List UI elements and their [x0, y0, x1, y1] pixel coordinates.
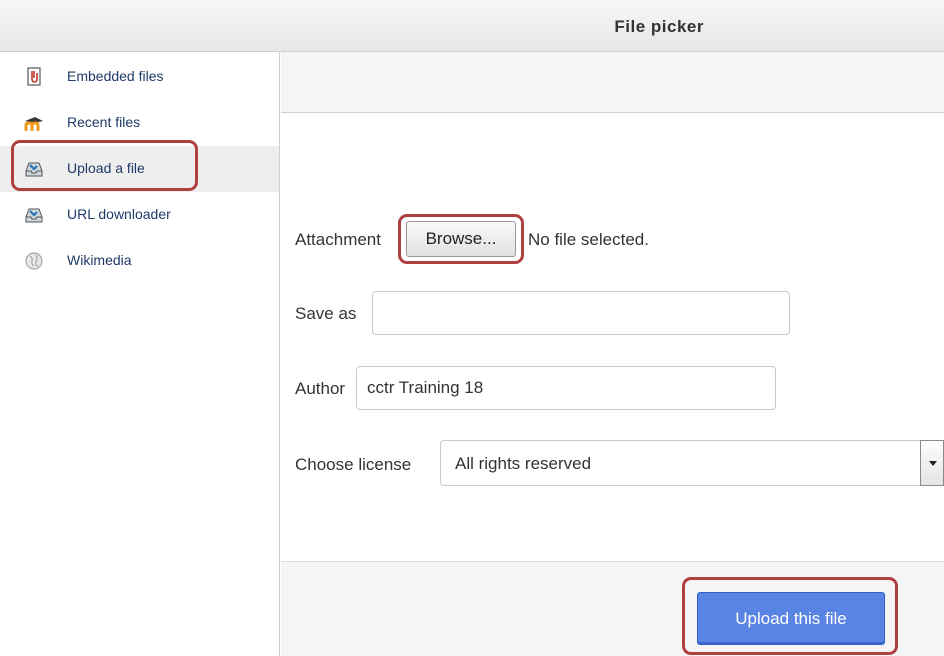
- file-picker-header: File picker: [0, 0, 944, 52]
- sidebar-item-embedded-files[interactable]: Embedded files: [0, 54, 279, 100]
- sidebar-item-label: Recent files: [67, 114, 141, 130]
- upload-icon: [25, 162, 43, 177]
- no-file-selected-text: No file selected.: [528, 230, 649, 249]
- sidebar-item-label: Upload a file: [67, 160, 145, 176]
- chevron-down-icon: [929, 461, 937, 466]
- embedded-files-icon: [27, 67, 41, 86]
- license-dropdown-button[interactable]: [920, 440, 944, 486]
- license-selected-value: All rights reserved: [455, 454, 592, 473]
- url-downloader-icon: [25, 208, 43, 223]
- sidebar-item-upload-a-file[interactable]: Upload a file: [0, 146, 279, 192]
- sidebar-item-url-downloader[interactable]: URL downloader: [0, 192, 279, 238]
- upload-panel: [281, 52, 944, 656]
- author-label: Author: [295, 379, 346, 398]
- license-label: Choose license: [295, 455, 412, 474]
- wikimedia-icon: [25, 252, 43, 270]
- sidebar-item-label: Embedded files: [67, 68, 164, 84]
- upload-this-file-button[interactable]: Upload this file: [697, 592, 885, 645]
- sidebar-item-wikimedia[interactable]: Wikimedia: [0, 238, 279, 284]
- dialog-title: File picker: [614, 17, 704, 36]
- sidebar-item-label: Wikimedia: [67, 252, 132, 268]
- author-input[interactable]: [356, 366, 776, 410]
- repository-sidebar: Embedded files Recent files Upload a fil…: [0, 52, 280, 656]
- sidebar-item-label: URL downloader: [67, 206, 171, 222]
- panel-toolbar: [281, 52, 944, 113]
- save-as-label: Save as: [295, 304, 357, 323]
- attachment-label: Attachment: [295, 230, 381, 249]
- moodle-icon: [24, 117, 43, 131]
- sidebar-item-recent-files[interactable]: Recent files: [0, 100, 279, 146]
- save-as-input[interactable]: [372, 291, 790, 335]
- license-select[interactable]: All rights reserved: [440, 440, 944, 486]
- browse-button[interactable]: Browse...: [406, 221, 516, 257]
